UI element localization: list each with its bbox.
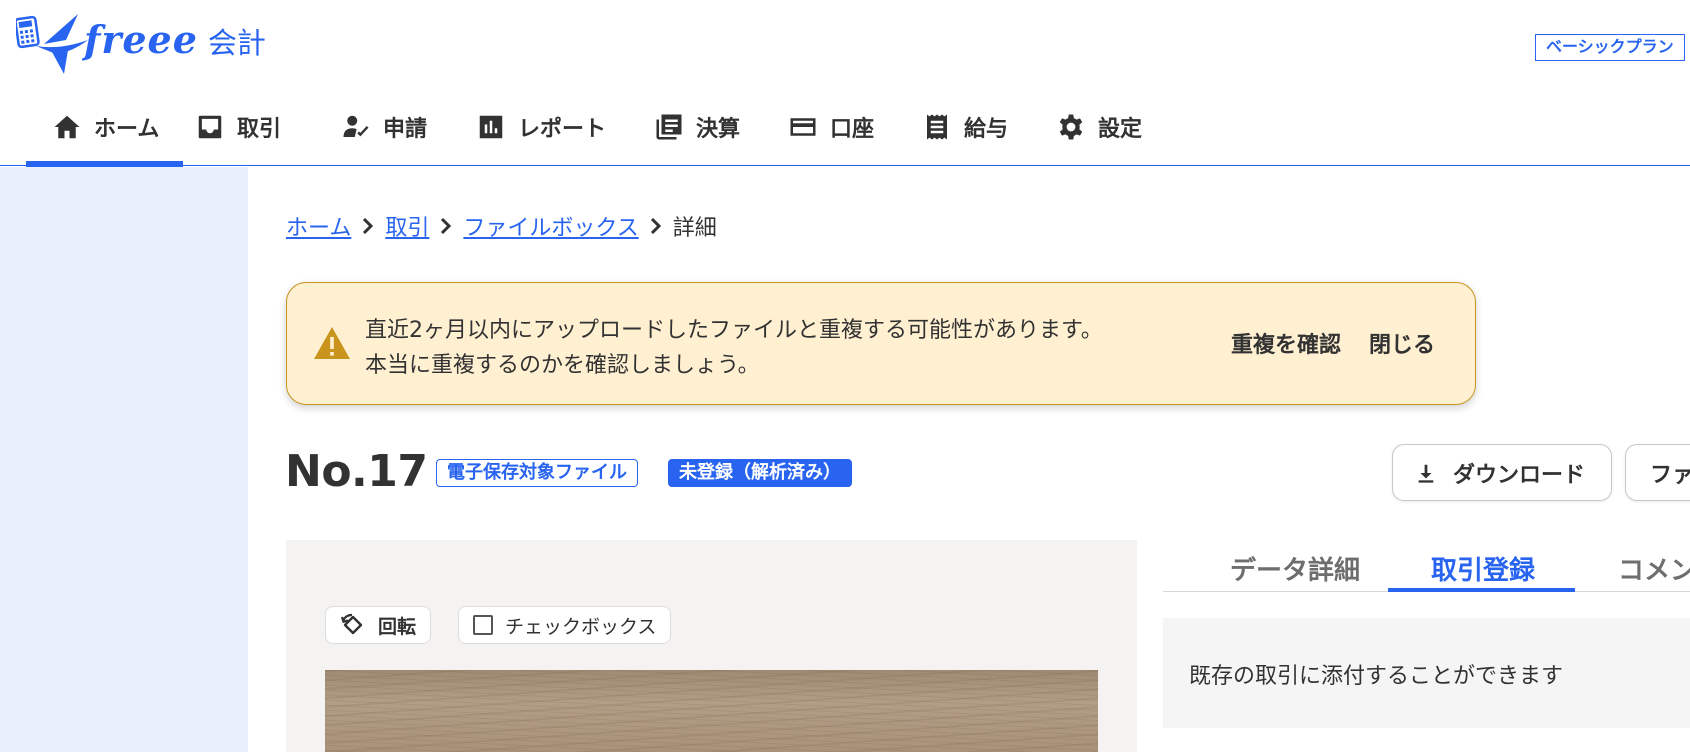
credit-card-icon — [790, 118, 816, 136]
page-title: No.17 — [285, 446, 428, 497]
person-check-icon — [343, 115, 369, 137]
banner-message-line1: 直近2ヶ月以内にアップロードしたファイルと重複する可能性があります。 — [365, 318, 1103, 343]
banner-message-line2: 本当に重複するのかを確認しましょう。 — [365, 353, 760, 378]
nav-item-reports[interactable]: レポート — [476, 88, 606, 166]
nav-item-transactions[interactable]: 取引 — [195, 88, 281, 166]
global-nav: ホーム 取引 申請 レポート 決算 口座 給与 設定 — [0, 88, 1690, 167]
rotate-button-label: 回転 — [378, 615, 417, 638]
tab-data-details[interactable]: データ詳細 — [1230, 550, 1360, 587]
nav-item-requests[interactable]: 申請 — [341, 88, 427, 166]
document-image — [325, 670, 1098, 752]
file-action-button[interactable]: ファ — [1625, 444, 1690, 501]
breadcrumb-filebox[interactable]: ファイルボックス — [463, 210, 638, 242]
home-icon — [54, 115, 80, 139]
rotate-button[interactable]: 回転 — [325, 606, 432, 644]
download-button-label: ダウンロード — [1452, 462, 1585, 488]
breadcrumb-current: 詳細 — [672, 216, 717, 241]
detail-tabs: データ詳細 取引登録 コメン — [1163, 540, 1690, 592]
status-badge: 未登録（解析済み） — [668, 459, 852, 487]
nav-item-label: 給与 — [964, 117, 1009, 142]
breadcrumb-transactions[interactable]: 取引 — [385, 210, 429, 242]
product-name: 会計 — [207, 26, 266, 60]
checkbox-label: チェックボックス — [505, 615, 657, 638]
plan-badge[interactable]: ベーシックプラン — [1535, 34, 1685, 61]
checkbox-icon[interactable] — [473, 615, 493, 635]
rotate-icon — [340, 613, 363, 635]
tab-comments[interactable]: コメン — [1618, 550, 1690, 587]
download-icon — [1418, 464, 1434, 483]
breadcrumb-home[interactable]: ホーム — [286, 210, 351, 242]
chevron-right-icon — [351, 215, 385, 237]
nav-item-label: 口座 — [830, 117, 875, 142]
attach-message: 既存の取引に添付することができます — [1189, 664, 1564, 689]
nav-item-payroll[interactable]: 給与 — [922, 88, 1008, 166]
checkbox-toggle[interactable]: チェックボックス — [458, 606, 672, 644]
warning-triangle-icon — [314, 327, 350, 359]
nav-item-label: 設定 — [1098, 117, 1143, 142]
confirm-duplicate-button[interactable]: 重複を確認 — [1231, 327, 1341, 359]
nav-item-accounts[interactable]: 口座 — [788, 88, 874, 166]
storage-tag: 電子保存対象ファイル — [436, 459, 638, 487]
nav-item-home[interactable]: ホーム — [25, 88, 184, 167]
breadcrumb: ホーム 取引 ファイルボックス 詳細 — [286, 210, 717, 242]
nav-item-label: レポート — [518, 117, 607, 142]
nav-item-label: ホーム — [94, 117, 160, 142]
file-action-button-label: ファ — [1650, 462, 1690, 488]
inbox-icon — [198, 115, 222, 139]
nav-item-settings[interactable]: 設定 — [1056, 88, 1142, 166]
tab-transaction-registration[interactable]: 取引登録 — [1431, 550, 1535, 587]
active-tab-indicator — [1388, 588, 1575, 592]
close-banner-button[interactable]: 閉じる — [1369, 327, 1435, 359]
nav-item-closing[interactable]: 決算 — [654, 88, 740, 166]
nav-item-label: 取引 — [237, 117, 282, 142]
document-stack-icon — [656, 114, 682, 140]
nav-item-label: 決算 — [696, 117, 741, 142]
receipt-icon — [927, 114, 947, 140]
logo-wordmark: freee — [84, 16, 198, 62]
gear-icon — [1059, 114, 1083, 140]
chevron-right-icon — [639, 215, 673, 237]
download-button[interactable]: ダウンロード — [1392, 444, 1612, 501]
freee-logo[interactable]: freee 会計 — [16, 10, 266, 76]
duplicate-warning-banner: 直近2ヶ月以内にアップロードしたファイルと重複する可能性があります。 本当に重複… — [286, 282, 1476, 405]
nav-item-label: 申請 — [383, 117, 428, 142]
chevron-right-icon — [429, 215, 463, 237]
app-header: freee 会計 ベーシックプラン — [0, 0, 1690, 88]
side-panel — [0, 167, 248, 752]
banner-message: 直近2ヶ月以内にアップロードしたファイルと重複する可能性があります。 本当に重複… — [365, 313, 1103, 383]
bar-chart-icon — [479, 115, 503, 139]
